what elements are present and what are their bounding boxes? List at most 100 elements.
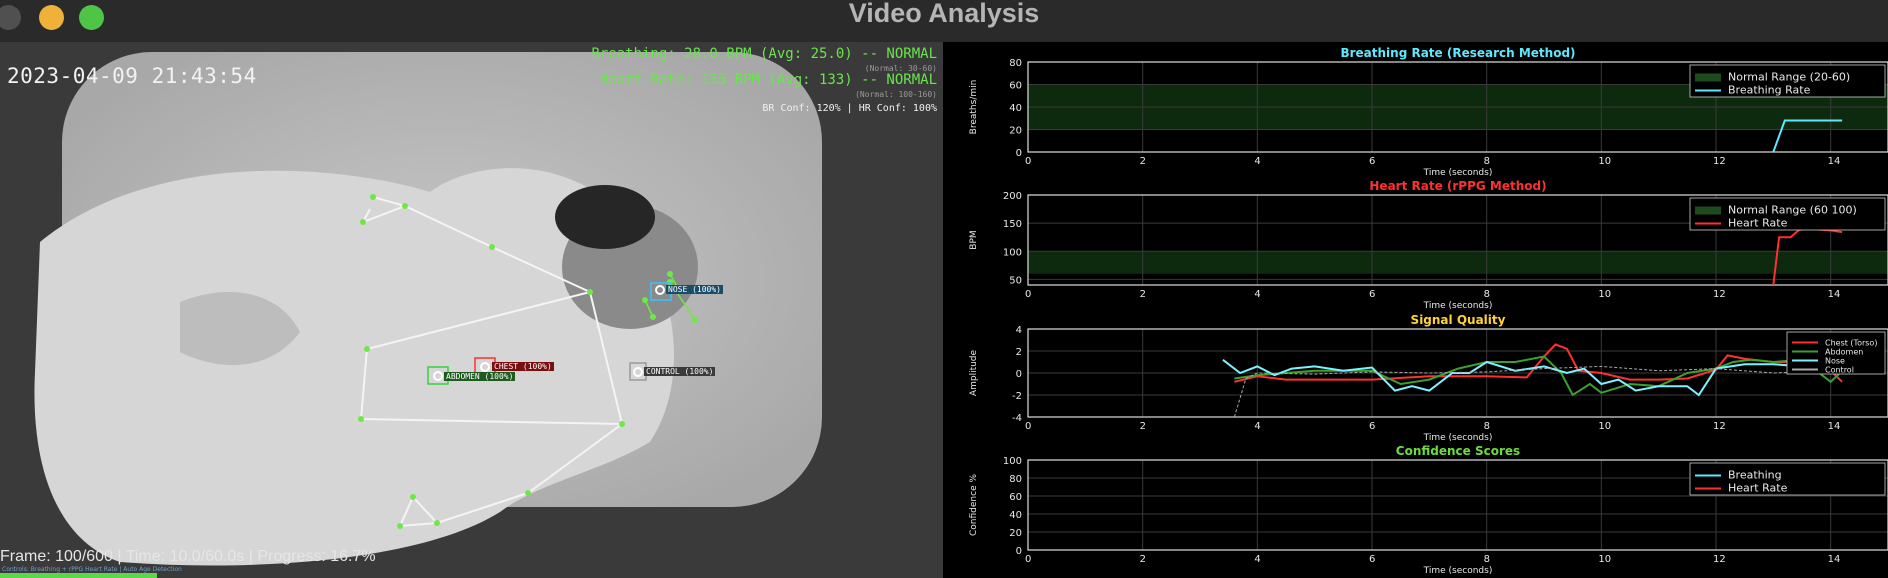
x-tick-label: 8 (1484, 554, 1490, 565)
x-tick-label: 2 (1140, 156, 1146, 167)
video-timestamp: 2023-04-09 21:43:54 (7, 64, 257, 88)
x-axis-label: Time (seconds) (1423, 301, 1493, 311)
x-tick-label: 14 (1828, 289, 1841, 300)
y-tick-label: 20 (1009, 528, 1022, 539)
x-axis-label: Time (seconds) (1423, 168, 1493, 178)
breathing-rate-readout: Breathing: 28.0 BPM (Avg: 25.0) -- NORMA… (591, 46, 937, 62)
legend-label: Nose (1825, 357, 1845, 366)
y-axis-label: Amplitude (969, 349, 979, 396)
legend-label: Heart Rate (1728, 482, 1788, 495)
window-title: Video Analysis (848, 0, 1040, 28)
x-tick-label: 0 (1025, 554, 1031, 565)
chart-title: Breathing Rate (Research Method) (1340, 46, 1575, 60)
legend-label: Normal Range (20-60) (1728, 71, 1850, 84)
video-progress-fill (0, 573, 158, 578)
x-tick-label: 14 (1828, 421, 1841, 432)
chart-4: 0 2 4 6 8 10 12 14 0 20 40 60 80 100 Confidence Scores… (969, 444, 1888, 576)
x-tick-label: 12 (1713, 554, 1726, 565)
x-tick-label: 8 (1484, 289, 1490, 300)
x-tick-label: 12 (1713, 421, 1726, 432)
legend-label: Abdomen (1825, 348, 1863, 357)
x-tick-label: 10 (1598, 554, 1611, 565)
x-tick-label: 8 (1484, 421, 1490, 432)
x-tick-label: 8 (1484, 156, 1490, 167)
x-tick-label: 4 (1254, 156, 1260, 167)
legend-label: Breathing Rate (1728, 84, 1811, 97)
chart-title: Signal Quality (1411, 313, 1506, 327)
y-tick-label: 4 (1016, 325, 1022, 336)
x-tick-label: 14 (1828, 554, 1841, 565)
series-line-nose (1222, 359, 1843, 397)
y-tick-label: 200 (1003, 191, 1022, 202)
y-tick-label: 80 (1009, 474, 1022, 485)
x-axis-label: Time (seconds) (1423, 566, 1493, 576)
x-tick-label: 0 (1025, 156, 1031, 167)
x-tick-label: 6 (1369, 289, 1375, 300)
y-tick-label: 150 (1003, 219, 1022, 230)
x-tick-label: 0 (1025, 421, 1031, 432)
y-tick-label: 50 (1009, 275, 1022, 286)
legend-swatch (1695, 206, 1721, 215)
y-axis-label: Breaths/min (969, 80, 979, 135)
chart-title: Confidence Scores (1396, 444, 1520, 458)
x-tick-label: 2 (1140, 421, 1146, 432)
legend-label: Heart Rate (1728, 217, 1788, 230)
x-tick-label: 6 (1369, 421, 1375, 432)
x-tick-label: 0 (1025, 289, 1031, 300)
normal-range-band (1028, 251, 1888, 274)
title-bar: Video Analysis (0, 0, 1888, 43)
chart-3: 0 2 4 6 8 10 12 14 -4 -2 0 2 4 Signal Quality Time (se… (969, 313, 1888, 443)
y-tick-label: 0 (1016, 148, 1022, 159)
chart-title: Heart Rate (rPPG Method) (1369, 179, 1546, 193)
confidence-readout: BR Conf: 120% | HR Conf: 100% (762, 103, 937, 114)
legend-label: Chest (Torso) (1825, 339, 1877, 348)
video-progress-bar[interactable] (0, 573, 943, 578)
x-tick-label: 10 (1598, 421, 1611, 432)
heart-rate-readout: Heart Rate: 133 BPM (Avg: 133) -- NORMAL (599, 72, 937, 88)
x-tick-label: 12 (1713, 289, 1726, 300)
chest-roi-label: CHEST (100%) (492, 362, 554, 371)
baby-scene-image (0, 42, 943, 578)
heart-normal-range: (Normal: 100-160) (855, 90, 937, 99)
frame-progress-info: Frame: 100/600 | Time: 10.0/60.0s | Prog… (0, 548, 376, 565)
x-tick-label: 2 (1140, 554, 1146, 565)
legend-label: Breathing (1728, 469, 1782, 482)
series-line-control (1233, 365, 1831, 418)
y-tick-label: 80 (1009, 58, 1022, 69)
x-tick-label: 6 (1369, 554, 1375, 565)
y-axis-label: Confidence % (969, 474, 979, 536)
x-tick-label: 10 (1598, 289, 1611, 300)
y-axis-label: BPM (969, 230, 979, 249)
legend-label: Control (1825, 366, 1854, 375)
y-tick-label: 60 (1009, 492, 1022, 503)
x-axis-label: Time (seconds) (1423, 433, 1493, 443)
chart-2: 0 2 4 6 8 10 12 14 50 100 150 200 Heart Rate (rPPG M… (969, 179, 1888, 311)
chart-1: 0 2 4 6 8 10 12 14 0 20 40 60 80 Breathing Rate (Rese… (969, 46, 1888, 178)
x-tick-label: 10 (1598, 156, 1611, 167)
method-footnote: Controls: Breathing + rPPG Heart Rate | … (2, 566, 182, 573)
y-tick-label: 60 (1009, 81, 1022, 92)
control-roi-label: CONTROL (100%) (644, 367, 716, 376)
y-tick-label: 0 (1016, 546, 1022, 557)
y-tick-label: 100 (1003, 247, 1022, 258)
charts-panel: 0 2 4 6 8 10 12 14 0 20 40 60 80 Breathing Rate (Rese… (943, 42, 1888, 578)
legend-label: Normal Range (60 100) (1728, 204, 1857, 217)
y-tick-label: 0 (1016, 369, 1022, 380)
video-frame: NOSE (100%) CHEST (100%) ABDOMEN (100%) … (0, 42, 943, 578)
analysis-charts: 0 2 4 6 8 10 12 14020406080Breathing Rate (Rese… (969, 46, 1888, 576)
y-tick-label: 40 (1009, 510, 1022, 521)
y-tick-label: -2 (1012, 391, 1022, 402)
legend-box (1689, 462, 1886, 496)
x-tick-label: 4 (1254, 554, 1260, 565)
y-tick-label: 100 (1003, 456, 1022, 467)
y-tick-label: 2 (1016, 347, 1022, 358)
series-line-chest-torso- (1234, 343, 1843, 383)
y-tick-label: 20 (1009, 126, 1022, 137)
nose-roi-label: NOSE (100%) (666, 285, 723, 294)
x-tick-label: 4 (1254, 289, 1260, 300)
x-tick-label: 2 (1140, 289, 1146, 300)
x-tick-label: 4 (1254, 421, 1260, 432)
legend-swatch (1695, 73, 1721, 82)
x-tick-label: 14 (1828, 156, 1841, 167)
x-tick-label: 12 (1713, 156, 1726, 167)
